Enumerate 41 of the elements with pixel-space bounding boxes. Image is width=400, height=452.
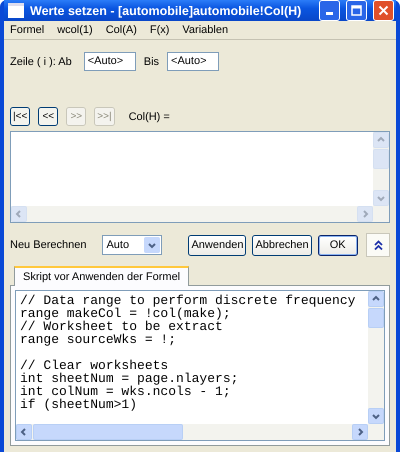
- code-line: // Data range to perform discrete frequency: [20, 294, 356, 307]
- script-editor[interactable]: [15, 290, 385, 441]
- dialog-button[interactable]: Anwenden: [188, 234, 246, 256]
- menu-item[interactable]: Variablen: [182, 24, 228, 36]
- scroll-thumb[interactable]: [373, 149, 389, 169]
- minimize-button[interactable]: [319, 0, 340, 21]
- row-to-field[interactable]: <Auto>: [167, 52, 220, 71]
- menu-item[interactable]: wcol(1): [57, 24, 93, 36]
- code-line: // Clear worksheets: [20, 359, 168, 372]
- window-icon: [8, 3, 24, 18]
- row-from-label: Zeile ( i ): Ab: [10, 56, 72, 68]
- tab[interactable]: Skript vor Anwenden der Formel: [14, 266, 190, 286]
- dialog-button[interactable]: Abbrechen: [252, 234, 312, 256]
- close-icon: [378, 5, 389, 16]
- double-chevron-up-icon: [374, 240, 382, 250]
- maximize-icon: [351, 5, 362, 16]
- maximize-button[interactable]: [346, 0, 367, 21]
- dialog-button[interactable]: OK: [318, 234, 358, 256]
- code-line: int colNum = wks.ncols - 1;: [20, 385, 231, 398]
- code-line: // Worksheet to be extract: [20, 320, 223, 333]
- formula-field[interactable]: [10, 131, 390, 223]
- scroll-thumb[interactable]: [368, 308, 384, 328]
- vertical-scrollbar[interactable]: [368, 291, 384, 424]
- code-line: if (sheetNum>1): [20, 398, 138, 411]
- menu-item[interactable]: Formel: [10, 24, 44, 36]
- close-button[interactable]: [373, 0, 394, 21]
- vertical-scrollbar[interactable]: [373, 132, 389, 206]
- formula-label: Col(H) =: [128, 110, 170, 122]
- code-line: range sourceWks = !;: [20, 333, 178, 346]
- menu-item[interactable]: F(x): [150, 24, 170, 36]
- recalc-label: Neu Berechnen: [10, 239, 86, 251]
- menu-item[interactable]: Col(A): [106, 24, 137, 36]
- row-from-field[interactable]: <Auto>: [84, 52, 136, 71]
- code-line: range makeCol = !col(make);: [20, 307, 232, 320]
- nav-button[interactable]: <<: [38, 107, 58, 126]
- row-to-label: Bis: [144, 56, 160, 68]
- collapse-button[interactable]: [366, 233, 390, 257]
- recalc-dropdown[interactable]: Auto: [102, 235, 162, 255]
- window-title: Werte setzen - [automobile]automobile!Col(H): [30, 4, 302, 18]
- nav-button[interactable]: |<<: [10, 107, 30, 126]
- code-line: int sheetNum = page.nlayers;: [20, 372, 240, 385]
